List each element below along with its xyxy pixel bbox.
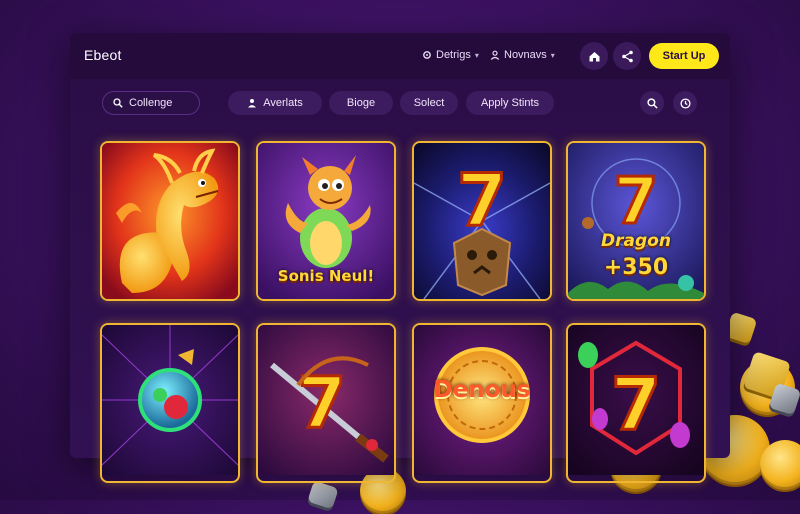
nav-settings[interactable]: Detrigs ▾ [422, 49, 479, 61]
chevron-down-icon: ▾ [550, 50, 555, 60]
search-icon [646, 97, 658, 109]
start-up-button[interactable]: Start Up [649, 43, 719, 69]
game-title: Sonis Neul! [277, 267, 375, 285]
filter-solect-label: Solect [413, 97, 445, 109]
filter-averlats[interactable]: Averlats [228, 91, 322, 115]
history-button[interactable] [673, 91, 697, 115]
nav-account-label: Novnavs [504, 49, 547, 61]
person-icon [248, 99, 257, 108]
share-icon [621, 50, 633, 62]
user-icon [490, 50, 500, 60]
logo[interactable]: Ebeot [84, 47, 122, 63]
clock-icon [679, 97, 691, 109]
filter-apply-stints-label: Apply Stints [480, 97, 540, 109]
nav-settings-label: Detrigs [436, 49, 471, 61]
fire-dragon-art [102, 143, 238, 299]
game-tile-sonis-neul[interactable]: Sonis Neul! [256, 141, 396, 301]
home-icon [589, 51, 599, 61]
search-input[interactable]: Collenge [102, 91, 200, 115]
gear-icon [423, 51, 431, 59]
search-button[interactable] [640, 91, 664, 115]
filter-bioge[interactable]: Bioge [329, 91, 393, 115]
chevron-down-icon: ▾ [474, 50, 479, 60]
game-tile-dragon-350[interactable]: 7 Dragon +350 [566, 141, 706, 301]
game-title: Denous [433, 377, 531, 403]
game-tile-denous[interactable]: Denous [412, 323, 552, 483]
filter-averlats-label: Averlats [263, 97, 303, 109]
svg-text:7: 7 [611, 362, 661, 446]
game-tile-gem-orb[interactable] [100, 323, 240, 483]
seven-sword-art: 7 [258, 325, 394, 475]
game-tile-seven-sword[interactable]: 7 [256, 323, 396, 483]
top-bar: Ebeot Detrigs ▾ Novnavs ▾ Start Up [70, 33, 730, 79]
home-button[interactable] [580, 42, 608, 70]
nav-account[interactable]: Novnavs ▾ [490, 49, 555, 61]
filter-apply-stints[interactable]: Apply Stints [466, 91, 554, 115]
filter-bioge-label: Bioge [346, 97, 376, 109]
game-tile-seven-gems[interactable]: 7 [566, 323, 706, 483]
search-icon [113, 98, 123, 108]
filter-toolbar: Collenge Averlats Bioge Solect Apply Sti… [70, 91, 730, 119]
share-button[interactable] [613, 42, 641, 70]
app-window: Ebeot Detrigs ▾ Novnavs ▾ Start Up Colle… [70, 33, 730, 483]
game-tile-lucky-seven[interactable]: 7 [412, 141, 552, 301]
seven-gems-art: 7 [568, 325, 704, 475]
seven-stone-mask-art: 7 [414, 143, 550, 299]
search-value: Collenge [129, 97, 173, 109]
gem-orb-art [102, 325, 238, 475]
game-bonus: +350 [603, 255, 669, 280]
game-tile-fire-dragon[interactable] [100, 141, 240, 301]
game-title: Dragon [601, 231, 671, 251]
svg-text:7: 7 [614, 165, 659, 239]
filter-solect[interactable]: Solect [400, 91, 458, 115]
